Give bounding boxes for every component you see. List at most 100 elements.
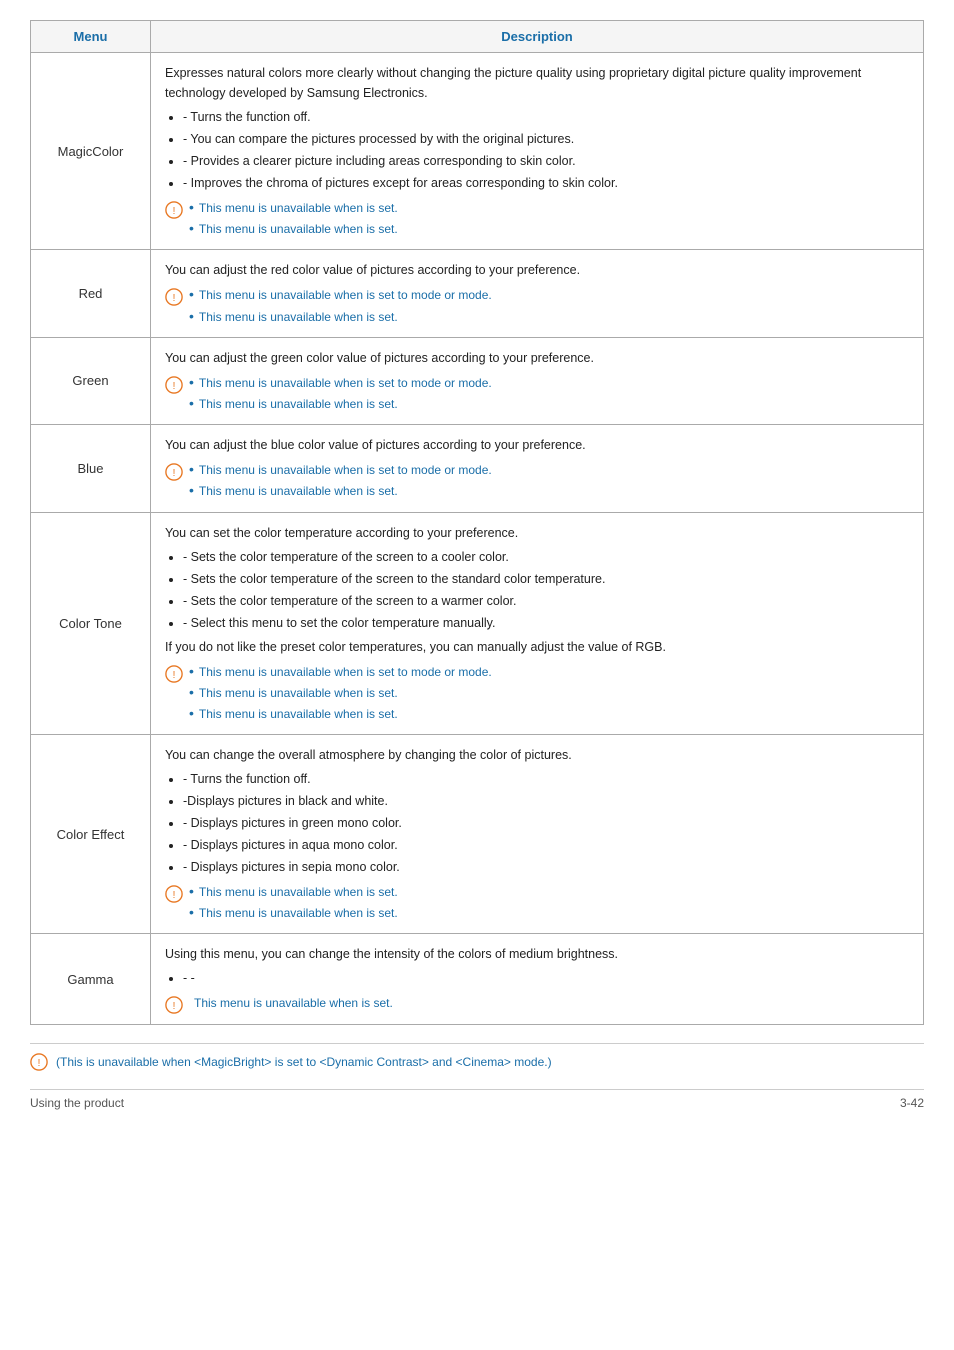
note-bullet: • [189,461,194,478]
note-text: This menu is unavailable when is set. [199,308,398,327]
note-group: ! • This menu is unavailable when is set… [165,199,909,239]
page-footer-left: Using the product [30,1096,124,1110]
note-group: ! • This menu is unavailable when is set… [165,663,909,725]
note-line: • This menu is unavailable when is set. [189,395,492,414]
note-line: • This menu is unavailable when is set. [189,199,398,218]
bullet-item: - Turns the function off. [183,107,909,127]
note-bullet: • [189,663,194,680]
bullet-item: - Displays pictures in sepia mono color. [183,857,909,877]
menu-cell: MagicColor [31,53,151,250]
note-icon: ! [165,996,183,1014]
note-bullet: • [189,395,194,412]
bullet-item: - Turns the function off. [183,769,909,789]
note-bullet: • [189,286,194,303]
bullet-list: - Sets the color temperature of the scre… [183,547,909,633]
note-lines: • This menu is unavailable when is set t… [189,461,492,501]
note-lines: • This menu is unavailable when is set t… [189,663,492,725]
note-bullet: • [189,308,194,325]
note-icon: ! [165,288,183,306]
menu-cell: Green [31,337,151,424]
note-bullet: • [189,904,194,921]
note-line: • This menu is unavailable when is set. [189,308,492,327]
note-lines: • This menu is unavailable when is set. … [189,199,398,239]
desc-intro: You can set the color temperature accord… [165,523,909,543]
desc-intro: Expresses natural colors more clearly wi… [165,63,909,103]
note-icon: ! [165,463,183,481]
svg-text:!: ! [38,1058,41,1069]
desc-intro: You can change the overall atmosphere by… [165,745,909,765]
note-line: • This menu is unavailable when is set. [189,220,398,239]
note-bullet: • [189,220,194,237]
note-line: • This menu is unavailable when is set t… [189,286,492,305]
bullet-item: - Displays pictures in green mono color. [183,813,909,833]
note-bullet: • [189,199,194,216]
note-bullet: • [189,705,194,722]
bullet-item: - Provides a clearer picture including a… [183,151,909,171]
note-line: • This menu is unavailable when is set t… [189,374,492,393]
note-text: This menu is unavailable when is set to … [199,461,492,480]
desc-cell: You can change the overall atmosphere by… [151,735,924,934]
note-line: • This menu is unavailable when is set. [189,883,398,902]
menu-cell: Blue [31,425,151,512]
note-text: This menu is unavailable when is set. [199,705,398,724]
footer-note-icon: ! [30,1053,48,1071]
bullet-item: - Sets the color temperature of the scre… [183,569,909,589]
desc-cell: Expresses natural colors more clearly wi… [151,53,924,250]
note-text: This menu is unavailable when is set. [199,395,398,414]
note-group: ! • This menu is unavailable when is set… [165,374,909,414]
bullet-list: - - [183,968,909,988]
svg-text:!: ! [173,1001,176,1012]
desc-intro: You can adjust the blue color value of p… [165,435,909,455]
desc-cell: You can adjust the green color value of … [151,337,924,424]
page-wrapper: Menu Description MagicColorExpresses nat… [30,20,924,1110]
note-line: • This menu is unavailable when is set t… [189,663,492,682]
note-line: This menu is unavailable when is set. [189,994,393,1013]
note-lines: • This menu is unavailable when is set t… [189,374,492,414]
desc-intro: Using this menu, you can change the inte… [165,944,909,964]
main-table: Menu Description MagicColorExpresses nat… [30,20,924,1025]
note-icon: ! [165,201,183,219]
note-text: This menu is unavailable when is set. [199,904,398,923]
note-text: This menu is unavailable when is set to … [199,663,492,682]
desc-cell: You can adjust the blue color value of p… [151,425,924,512]
note-bullet: • [189,684,194,701]
note-icon: ! [165,376,183,394]
footer-note-text: (This is unavailable when <MagicBright> … [56,1055,552,1069]
note-bullet: • [189,482,194,499]
bullet-item: - Sets the color temperature of the scre… [183,547,909,567]
bullet-list: - Turns the function off. - You can comp… [183,107,909,193]
note-group: ! • This menu is unavailable when is set… [165,883,909,923]
desc-cell: You can adjust the red color value of pi… [151,250,924,337]
note-text: This menu is unavailable when is set to … [199,374,492,393]
menu-cell: Color Effect [31,735,151,934]
note-icon: ! [165,885,183,903]
desc-intro: You can adjust the green color value of … [165,348,909,368]
svg-text:!: ! [173,381,176,392]
bullet-item: - Sets the color temperature of the scre… [183,591,909,611]
bullet-item: - Displays pictures in aqua mono color. [183,835,909,855]
note-text: This menu is unavailable when is set. [199,199,398,218]
page-footer-right: 3-42 [900,1096,924,1110]
note-icon: ! [165,665,183,683]
svg-text:!: ! [173,890,176,901]
bullet-item: -Displays pictures in black and white. [183,791,909,811]
note-line: • This menu is unavailable when is set. [189,482,492,501]
menu-cell: Color Tone [31,512,151,735]
note-text: This menu is unavailable when is set to … [199,286,492,305]
page-footer: Using the product 3-42 [30,1089,924,1110]
col-header-desc: Description [151,21,924,53]
svg-text:!: ! [173,468,176,479]
menu-cell: Red [31,250,151,337]
note-line: • This menu is unavailable when is set. [189,904,398,923]
bullet-item: - You can compare the pictures processed… [183,129,909,149]
note-text: This menu is unavailable when is set. [199,684,398,703]
note-lines: • This menu is unavailable when is set t… [189,286,492,326]
desc-cell: You can set the color temperature accord… [151,512,924,735]
note-line: • This menu is unavailable when is set t… [189,461,492,480]
note-text: This menu is unavailable when is set. [199,220,398,239]
note-bullet: • [189,374,194,391]
note-group: ! • This menu is unavailable when is set… [165,286,909,326]
desc-intro: You can adjust the red color value of pi… [165,260,909,280]
note-text: This menu is unavailable when is set. [199,482,398,501]
svg-text:!: ! [173,293,176,304]
